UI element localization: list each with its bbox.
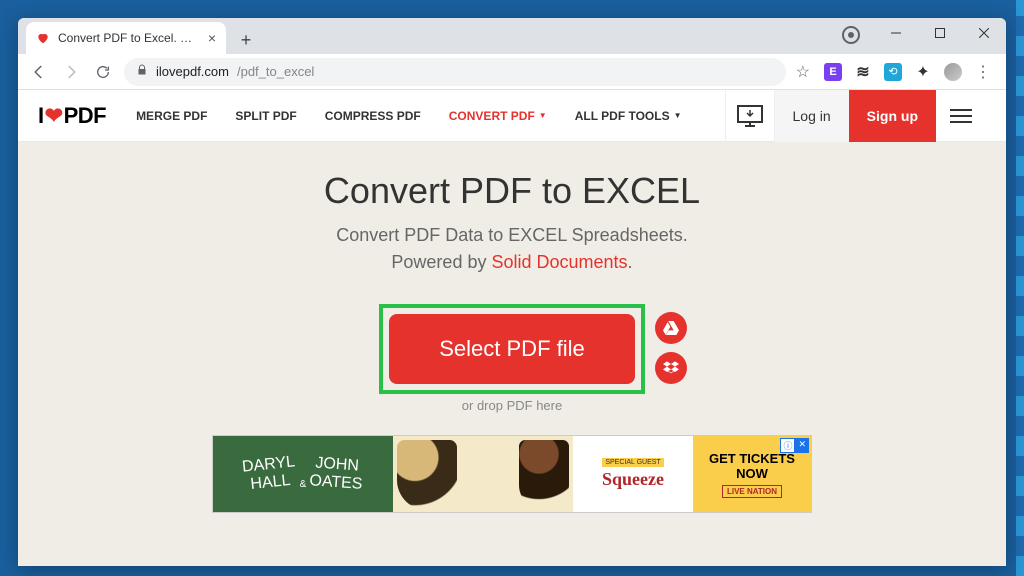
- chrome-menu-icon[interactable]: ⋮: [974, 63, 992, 81]
- tab-close-icon[interactable]: ×: [208, 30, 216, 46]
- highlight-box: Select PDF file: [379, 304, 645, 394]
- page-content: Convert PDF to EXCEL Convert PDF Data to…: [18, 142, 1006, 566]
- menu-button[interactable]: [936, 90, 986, 142]
- url-path: /pdf_to_excel: [237, 64, 314, 79]
- ad-image-block: [393, 436, 573, 512]
- nav-convert[interactable]: CONVERT PDF▼: [449, 109, 547, 123]
- forward-button[interactable]: [60, 61, 82, 83]
- ad-artist-block: DARYLHALL&JOHNOATES: [213, 436, 393, 512]
- signup-button[interactable]: Sign up: [849, 90, 936, 142]
- adchoices-icon[interactable]: ⓘ✕: [780, 438, 809, 453]
- extension-icons: E ≋ ⟲ ✦ ⋮: [820, 63, 996, 81]
- omnibox[interactable]: ilovepdf.com/pdf_to_excel: [124, 58, 786, 86]
- ad-guest-block: SPECIAL GUEST Squeeze: [573, 436, 693, 512]
- extension-icon[interactable]: E: [824, 63, 842, 81]
- upload-area: Select PDF file: [379, 304, 645, 394]
- site-header: I ❤ PDF MERGE PDF SPLIT PDF COMPRESS PDF…: [18, 90, 1006, 142]
- browser-tab[interactable]: Convert PDF to Excel. PDF to XLS ×: [26, 22, 226, 54]
- bookmark-star-icon[interactable]: ☆: [796, 62, 810, 82]
- minimize-button[interactable]: [874, 18, 918, 48]
- titlebar: Convert PDF to Excel. PDF to XLS × +: [18, 18, 1006, 54]
- hamburger-icon: [950, 109, 972, 123]
- solid-documents-link[interactable]: Solid Documents: [491, 252, 627, 272]
- reload-button[interactable]: [92, 61, 114, 83]
- page-subtitle: Convert PDF Data to EXCEL Spreadsheets. …: [336, 222, 688, 276]
- nav-all-tools[interactable]: ALL PDF TOOLS▼: [575, 109, 682, 123]
- address-bar: ilovepdf.com/pdf_to_excel ☆ E ≋ ⟲ ✦ ⋮: [18, 54, 1006, 90]
- ad-banner[interactable]: DARYLHALL&JOHNOATES SPECIAL GUEST Squeez…: [212, 435, 812, 513]
- heart-icon: ❤: [45, 103, 63, 129]
- login-button[interactable]: Log in: [775, 90, 849, 142]
- dropbox-button[interactable]: [655, 352, 687, 384]
- chrome-window: Convert PDF to Excel. PDF to XLS × + ilo…: [18, 18, 1006, 566]
- new-tab-button[interactable]: +: [232, 26, 260, 54]
- account-indicator-icon[interactable]: [842, 26, 860, 44]
- profile-avatar-icon[interactable]: [944, 63, 962, 81]
- tab-title: Convert PDF to Excel. PDF to XLS: [58, 31, 200, 45]
- url-domain: ilovepdf.com: [156, 64, 229, 79]
- logo[interactable]: I ❤ PDF: [38, 103, 106, 129]
- window-controls: [874, 18, 1006, 48]
- drop-hint: or drop PDF here: [462, 398, 562, 413]
- nav-split[interactable]: SPLIT PDF: [235, 109, 296, 123]
- maximize-button[interactable]: [918, 18, 962, 48]
- favicon-icon: [36, 31, 50, 45]
- nav-compress[interactable]: COMPRESS PDF: [325, 109, 421, 123]
- caret-down-icon: ▼: [674, 111, 682, 120]
- google-drive-button[interactable]: [655, 312, 687, 344]
- desktop-app-icon[interactable]: [725, 90, 775, 142]
- nav-merge[interactable]: MERGE PDF: [136, 109, 207, 123]
- logo-text-prefix: I: [38, 103, 44, 129]
- lock-icon: [136, 64, 148, 79]
- caret-down-icon: ▼: [539, 111, 547, 120]
- logo-text-suffix: PDF: [64, 103, 107, 129]
- select-pdf-button[interactable]: Select PDF file: [389, 314, 635, 384]
- back-button[interactable]: [28, 61, 50, 83]
- page-heading: Convert PDF to EXCEL: [324, 170, 700, 212]
- extensions-menu-icon[interactable]: ✦: [914, 63, 932, 81]
- close-window-button[interactable]: [962, 18, 1006, 48]
- extension-icon[interactable]: ≋: [854, 63, 872, 81]
- extension-icon[interactable]: ⟲: [884, 63, 902, 81]
- main-nav: MERGE PDF SPLIT PDF COMPRESS PDF CONVERT…: [136, 109, 681, 123]
